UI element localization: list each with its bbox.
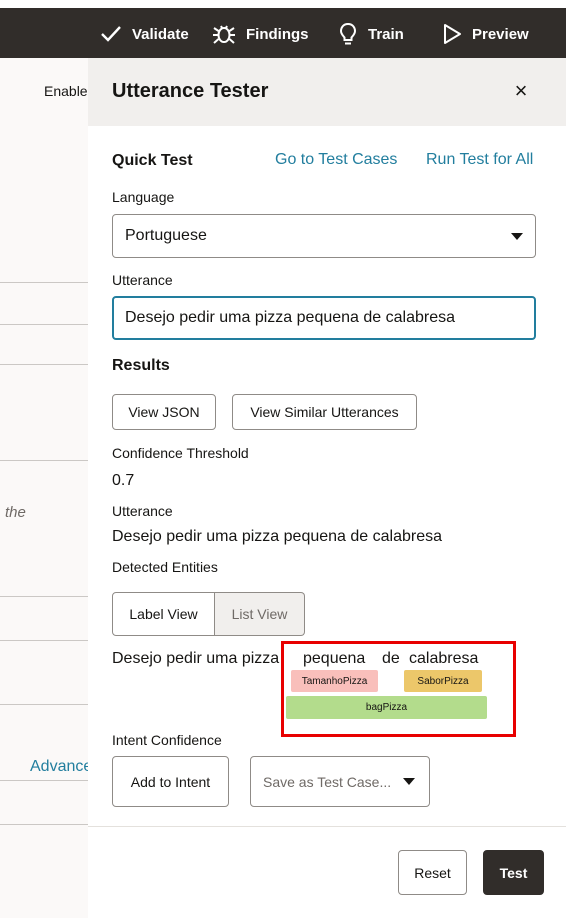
- footer-divider: [88, 826, 566, 827]
- quick-test-heading: Quick Test: [112, 152, 193, 169]
- train-button[interactable]: Train: [338, 18, 404, 50]
- save-as-test-case-select[interactable]: Save as Test Case...: [250, 756, 430, 807]
- entity-tag-tamanho-pizza[interactable]: TamanhoPizza: [291, 670, 378, 692]
- language-label: Language: [112, 189, 175, 205]
- preview-label: Preview: [472, 25, 529, 43]
- result-utterance-value: Desejo pedir uma pizza pequena de calabr…: [112, 528, 442, 545]
- background-text: the: [5, 504, 26, 521]
- run-test-for-all-link[interactable]: Run Test for All: [426, 151, 533, 169]
- drawer-title: Utterance Tester: [112, 80, 269, 102]
- divider: [0, 704, 88, 705]
- reset-button[interactable]: Reset: [398, 850, 467, 895]
- utterance-input[interactable]: [112, 296, 536, 340]
- divider: [0, 364, 88, 365]
- findings-label: Findings: [246, 25, 309, 43]
- add-to-intent-button[interactable]: Add to Intent: [112, 756, 229, 807]
- chevron-down-icon: [403, 778, 415, 785]
- preview-button[interactable]: Preview: [442, 18, 529, 50]
- validate-button[interactable]: Validate: [100, 18, 189, 50]
- test-button[interactable]: Test: [483, 850, 544, 895]
- token: calabresa: [409, 650, 479, 667]
- lightbulb-icon: [339, 22, 357, 45]
- entity-tag-bag-pizza[interactable]: bagPizza: [286, 696, 487, 719]
- divider: [0, 780, 88, 781]
- token: de: [382, 650, 400, 667]
- label-view-button[interactable]: Label View: [112, 592, 215, 636]
- detected-entities-label: Detected Entities: [112, 559, 218, 575]
- enable-label: Enable: [44, 83, 88, 99]
- divider: [0, 460, 88, 461]
- divider: [0, 596, 88, 597]
- results-heading: Results: [112, 357, 170, 374]
- top-toolbar: Validate Findings Train Preview: [0, 0, 566, 58]
- check-icon: [101, 26, 121, 42]
- result-utterance-label: Utterance: [112, 503, 173, 519]
- view-json-button[interactable]: View JSON: [112, 394, 216, 430]
- findings-button[interactable]: Findings: [212, 18, 309, 50]
- confidence-threshold-value: 0.7: [112, 472, 135, 489]
- divider: [0, 324, 88, 325]
- language-value: Portuguese: [125, 227, 207, 244]
- entity-sentence-prefix: Desejo pedir uma pizza: [112, 650, 280, 667]
- entity-label-view: pequena de calabresa TamanhoPizza SaborP…: [281, 641, 516, 737]
- utterance-tester-drawer: Utterance Tester × Quick Test Go to Test…: [88, 58, 566, 918]
- entity-tag-sabor-pizza[interactable]: SaborPizza: [404, 670, 482, 692]
- language-select[interactable]: Portuguese: [112, 214, 536, 258]
- confidence-threshold-label: Confidence Threshold: [112, 445, 249, 461]
- advanced-link[interactable]: Advance: [30, 758, 88, 776]
- bug-icon: [213, 25, 235, 44]
- divider: [0, 640, 88, 641]
- entity-view-toggle: Label View List View: [112, 592, 305, 636]
- validate-label: Validate: [132, 25, 189, 43]
- play-icon: [444, 24, 461, 44]
- view-similar-utterances-button[interactable]: View Similar Utterances: [232, 394, 417, 430]
- chevron-down-icon: [511, 232, 523, 240]
- list-view-button[interactable]: List View: [215, 592, 305, 636]
- save-as-test-case-label: Save as Test Case...: [263, 773, 392, 790]
- token: pequena: [303, 650, 366, 667]
- go-to-test-cases-link[interactable]: Go to Test Cases: [275, 151, 397, 169]
- divider: [0, 282, 88, 283]
- close-icon[interactable]: ×: [508, 78, 534, 104]
- intent-confidence-label: Intent Confidence: [112, 732, 222, 748]
- background-page: Enable the Advance: [0, 58, 88, 918]
- divider: [0, 824, 88, 825]
- drawer-header: Utterance Tester ×: [88, 58, 566, 126]
- utterance-label: Utterance: [112, 272, 173, 288]
- train-label: Train: [368, 25, 404, 43]
